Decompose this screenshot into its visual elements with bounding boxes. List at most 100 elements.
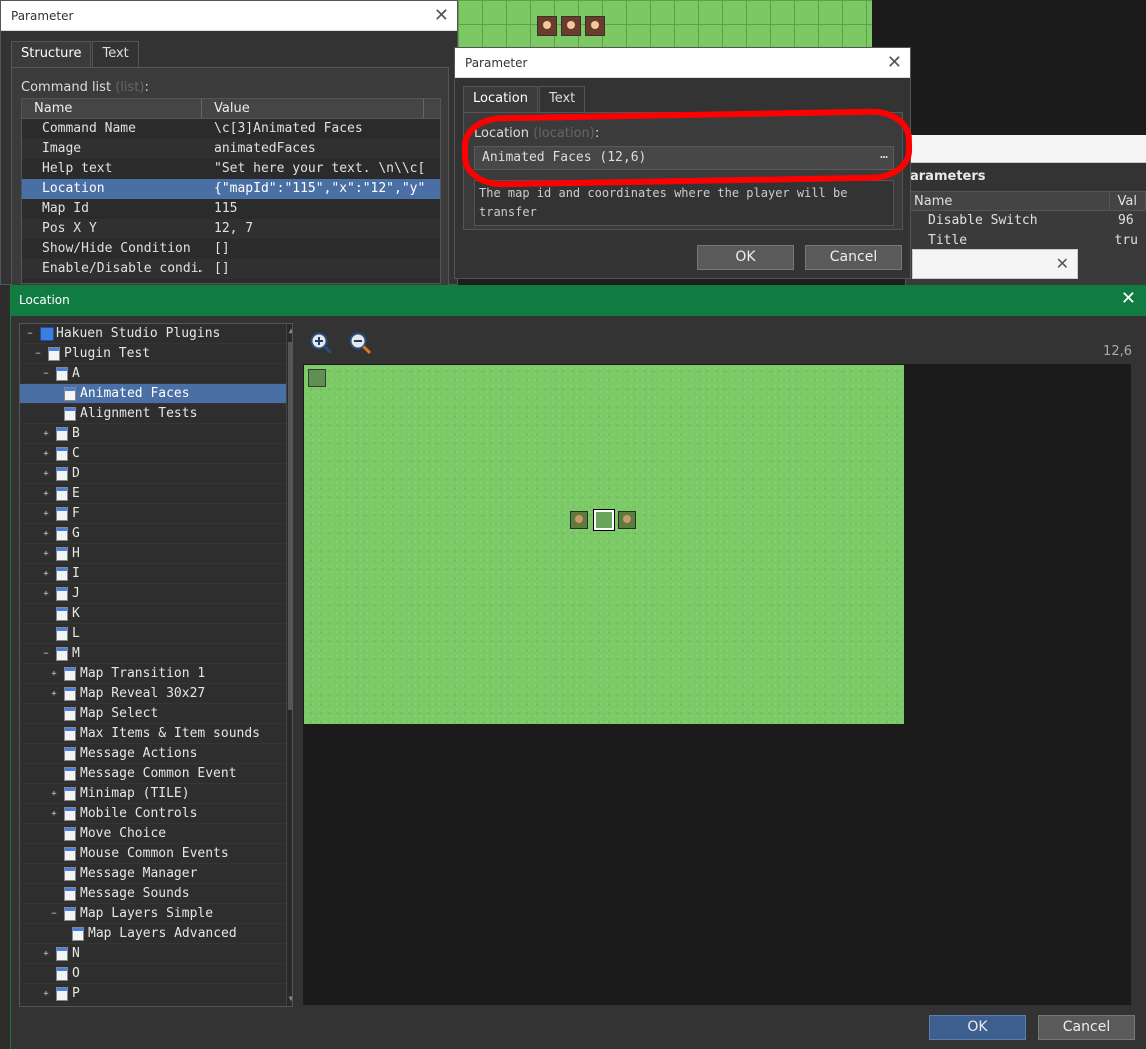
tree-item[interactable]: + Minimap (TILE) bbox=[20, 784, 292, 804]
column-header-name[interactable]: Name bbox=[906, 192, 1110, 210]
expand-icon[interactable]: + bbox=[50, 790, 58, 799]
tree-item[interactable]: + Mobile Controls bbox=[20, 804, 292, 824]
tree-item[interactable]: + J bbox=[20, 584, 292, 604]
expand-icon[interactable]: + bbox=[42, 570, 50, 579]
tree-item[interactable]: + F bbox=[20, 504, 292, 524]
collapse-icon[interactable]: − bbox=[50, 910, 58, 919]
tree-item[interactable]: + E bbox=[20, 484, 292, 504]
expand-icon[interactable]: + bbox=[42, 450, 50, 459]
tree-item[interactable]: Map Layers Advanced bbox=[20, 924, 292, 944]
tree-item[interactable]: Message Sounds bbox=[20, 884, 292, 904]
scroll-up-icon[interactable]: ▲ bbox=[287, 326, 292, 336]
selected-tile-cursor[interactable] bbox=[593, 509, 615, 531]
table-row[interactable]: Enable/Disable condi… [] bbox=[22, 259, 440, 279]
tree-item[interactable]: + G bbox=[20, 524, 292, 544]
ok-button[interactable]: OK bbox=[697, 245, 794, 270]
tree-item[interactable]: Message Actions bbox=[20, 744, 292, 764]
cancel-button[interactable]: Cancel bbox=[805, 245, 902, 270]
table-row[interactable]: Image animatedFaces bbox=[22, 139, 440, 159]
tree-item[interactable]: Move Choice bbox=[20, 824, 292, 844]
tab-location[interactable]: Location bbox=[463, 86, 538, 112]
browse-ellipsis-icon[interactable]: … bbox=[880, 147, 888, 162]
tree-item[interactable]: + N bbox=[20, 944, 292, 964]
tree-item[interactable]: Max Items & Item sounds bbox=[20, 724, 292, 744]
tree-item[interactable]: − Map Layers Simple bbox=[20, 904, 292, 924]
tree-item-label: M bbox=[72, 646, 80, 661]
zoom-out-icon[interactable] bbox=[348, 331, 372, 355]
expand-icon[interactable]: + bbox=[42, 990, 50, 999]
tab-structure[interactable]: Structure bbox=[11, 41, 92, 67]
expand-icon[interactable]: + bbox=[42, 590, 50, 599]
collapse-icon[interactable]: − bbox=[42, 650, 50, 659]
cancel-button[interactable]: Cancel bbox=[1038, 1015, 1135, 1040]
map-tree: − Hakuen Studio Plugins − Plugin Test − A Anim… bbox=[19, 323, 293, 1007]
parameter-row[interactable]: Title tru bbox=[906, 231, 1146, 251]
expand-icon[interactable]: + bbox=[50, 690, 58, 699]
zoom-in-icon[interactable] bbox=[309, 331, 333, 355]
row-value: [] bbox=[214, 241, 230, 256]
tree-item-selected[interactable]: Animated Faces bbox=[20, 384, 292, 404]
scroll-down-icon[interactable]: ▼ bbox=[287, 994, 292, 1004]
column-header-value[interactable]: Value bbox=[202, 99, 424, 118]
tree-item[interactable]: + B bbox=[20, 424, 292, 444]
tree-item[interactable]: Message Common Event bbox=[20, 764, 292, 784]
expand-icon[interactable]: + bbox=[42, 950, 50, 959]
tree-scrollbar[interactable]: ▲ ▼ bbox=[286, 324, 292, 1006]
column-header-name[interactable]: Name bbox=[22, 99, 202, 118]
map-canvas[interactable] bbox=[304, 365, 904, 724]
tab-text[interactable]: Text bbox=[538, 86, 586, 112]
collapse-icon[interactable]: − bbox=[26, 330, 34, 339]
tree-item[interactable]: − M bbox=[20, 644, 292, 664]
expand-icon[interactable]: + bbox=[50, 810, 58, 819]
tree-item[interactable]: Alignment Tests bbox=[20, 404, 292, 424]
expand-icon[interactable]: + bbox=[42, 430, 50, 439]
table-row[interactable]: Map Id 115 bbox=[22, 199, 440, 219]
ok-button[interactable]: OK bbox=[929, 1015, 1026, 1040]
tree-item[interactable]: L bbox=[20, 624, 292, 644]
map-preview[interactable] bbox=[303, 364, 1131, 1005]
tree-item[interactable]: O bbox=[20, 964, 292, 984]
expand-icon[interactable]: + bbox=[42, 470, 50, 479]
expand-icon[interactable]: + bbox=[42, 490, 50, 499]
table-row-selected[interactable]: Location {"mapId":"115","x":"12","y"… bbox=[22, 179, 440, 199]
parameter-dialog-structure: Parameter ✕ Structure Text Command list … bbox=[0, 0, 458, 287]
close-icon[interactable]: ✕ bbox=[887, 52, 902, 73]
expand-icon[interactable]: + bbox=[42, 530, 50, 539]
close-icon[interactable]: ✕ bbox=[434, 5, 449, 26]
expand-icon[interactable]: + bbox=[50, 670, 58, 679]
location-field[interactable]: Animated Faces (12,6) … bbox=[474, 146, 894, 170]
tab-text[interactable]: Text bbox=[92, 41, 139, 67]
tree-item[interactable]: + Map Transition 1 bbox=[20, 664, 292, 684]
row-value: \c[3]Animated Faces bbox=[214, 121, 363, 136]
close-icon[interactable]: ✕ bbox=[1121, 288, 1136, 309]
table-row[interactable]: Help text "Set here your text. \n\\c[… bbox=[22, 159, 440, 179]
column-header-value[interactable]: Val bbox=[1110, 192, 1146, 210]
table-row[interactable]: Show/Hide Condition [] bbox=[22, 239, 440, 259]
tree-item[interactable]: + I bbox=[20, 564, 292, 584]
tree-item[interactable]: + H bbox=[20, 544, 292, 564]
parameter-row[interactable]: Disable Switch 96 bbox=[906, 211, 1146, 231]
map-icon bbox=[56, 947, 68, 961]
collapse-icon[interactable]: − bbox=[34, 350, 42, 359]
collapse-icon[interactable]: − bbox=[42, 370, 50, 379]
table-row[interactable]: Command Name \c[3]Animated Faces bbox=[22, 119, 440, 139]
row-name: Help text bbox=[42, 161, 113, 176]
table-row[interactable]: Pos X Y 12, 7 bbox=[22, 219, 440, 239]
tree-item[interactable]: Mouse Common Events bbox=[20, 844, 292, 864]
tree-item[interactable]: − Plugin Test bbox=[20, 344, 292, 364]
scrollbar-thumb[interactable] bbox=[288, 342, 292, 710]
tree-item[interactable]: + C bbox=[20, 444, 292, 464]
tree-item[interactable]: + Map Reveal 30x27 bbox=[20, 684, 292, 704]
expand-icon[interactable]: + bbox=[42, 550, 50, 559]
parameter-value: 96 bbox=[1118, 213, 1134, 228]
dialog-titlebar: Parameter ✕ bbox=[455, 48, 910, 78]
close-icon[interactable]: ✕ bbox=[1056, 254, 1069, 273]
tree-item[interactable]: + P bbox=[20, 984, 292, 1004]
tree-item[interactable]: − A bbox=[20, 364, 292, 384]
tree-item[interactable]: Map Select bbox=[20, 704, 292, 724]
tree-item[interactable]: − Hakuen Studio Plugins bbox=[20, 324, 292, 344]
tree-item[interactable]: Message Manager bbox=[20, 864, 292, 884]
tree-item[interactable]: K bbox=[20, 604, 292, 624]
expand-icon[interactable]: + bbox=[42, 510, 50, 519]
tree-item[interactable]: + D bbox=[20, 464, 292, 484]
